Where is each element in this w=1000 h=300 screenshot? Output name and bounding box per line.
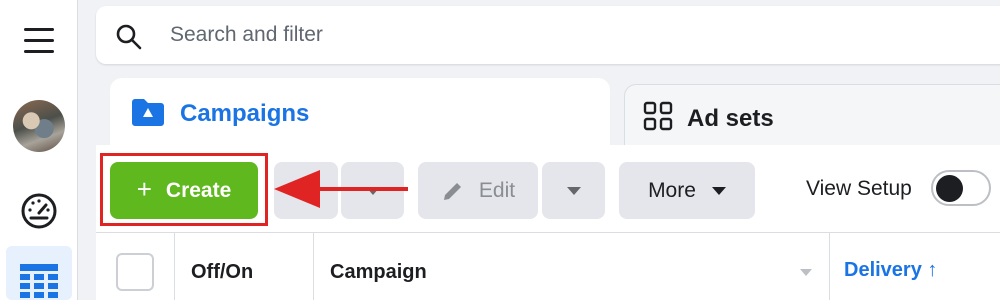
caret-down-icon — [711, 186, 726, 195]
toolbar: + Create Edit More View Setup — [96, 145, 1000, 233]
grid-icon — [643, 101, 673, 131]
table-icon — [20, 264, 58, 298]
edit-button[interactable]: Edit — [418, 162, 538, 219]
menu-icon[interactable] — [24, 28, 54, 56]
column-header-delivery[interactable]: Delivery ↑ — [830, 233, 1000, 300]
search-bar — [96, 6, 1000, 64]
edit-dropdown-button[interactable] — [542, 162, 605, 219]
annotation-arrow — [274, 170, 408, 208]
toggle-knob — [936, 175, 963, 202]
sort-caret-icon — [800, 269, 812, 276]
more-button-label: More — [648, 178, 696, 202]
gauge-icon[interactable] — [20, 192, 58, 230]
more-button[interactable]: More — [619, 162, 755, 219]
search-icon — [116, 24, 142, 50]
column-header-label: Delivery ↑ — [844, 259, 938, 281]
left-rail — [0, 0, 78, 300]
view-setup-toggle[interactable] — [931, 170, 991, 206]
folder-flag-icon — [132, 99, 164, 126]
ads-manager-nav-item[interactable] — [6, 246, 72, 300]
search-input[interactable] — [170, 20, 870, 50]
column-header-label: Off/On — [191, 261, 254, 283]
column-header-campaign[interactable]: Campaign — [314, 233, 830, 300]
create-highlight-box — [100, 153, 268, 226]
tab-label: Ad sets — [687, 105, 774, 132]
tab-label: Campaigns — [180, 100, 310, 127]
column-header-label: Campaign — [330, 261, 427, 283]
avatar[interactable] — [13, 100, 65, 152]
view-setup-label: View Setup — [806, 177, 912, 200]
column-header-off-on[interactable]: Off/On — [175, 233, 314, 300]
table-header: Off/On Campaign Delivery ↑ — [96, 232, 1000, 300]
pencil-icon — [443, 182, 461, 200]
select-all-cell — [96, 233, 175, 300]
edit-button-label: Edit — [478, 178, 516, 202]
tab-ad-sets[interactable]: Ad sets — [624, 84, 1000, 154]
caret-down-icon — [566, 186, 581, 195]
select-all-checkbox[interactable] — [116, 253, 154, 291]
